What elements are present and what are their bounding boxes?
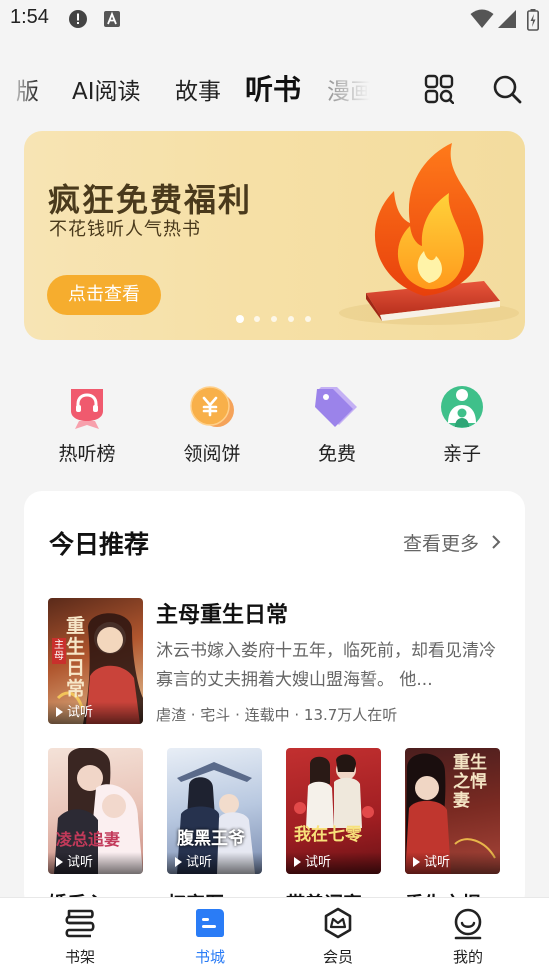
book-cover[interactable]: 我在七零 试听 <box>286 748 381 874</box>
vip-crown-icon <box>324 907 352 939</box>
trial-listen-tag[interactable]: 试听 <box>286 852 381 874</box>
status-bar: 1:54 <box>0 0 549 40</box>
quick-link-parent-child[interactable]: 亲子 <box>412 383 512 466</box>
cover-title-text: 我在七零 <box>294 825 362 845</box>
bottom-nav-label: 我的 <box>452 948 483 966</box>
trial-listen-tag[interactable]: 试听 <box>48 702 143 724</box>
quick-link-label: 领阅饼 <box>183 443 241 465</box>
trial-label: 试听 <box>67 855 94 870</box>
tab-fade-left <box>0 60 38 122</box>
alert-icon <box>69 10 87 28</box>
book-cover[interactable]: 凌总追妻 试听 <box>48 748 143 874</box>
quick-link-hot-ranking[interactable]: 热听榜 <box>37 383 137 466</box>
bottom-nav-label: 书城 <box>194 948 225 966</box>
wifi-icon <box>470 9 494 28</box>
bottom-nav-profile[interactable]: 我的 <box>428 906 508 967</box>
cover-title-text: 重生日常 <box>66 615 86 700</box>
featured-book-meta: 虐渣 · 宅斗 · 连载中 · 13.7万人在听 <box>156 706 398 724</box>
chevron-right-icon <box>492 535 501 549</box>
featured-book-title[interactable]: 主母重生日常 <box>156 597 288 629</box>
top-nav-tabs: 版 AI阅读 故事 听书 漫画 <box>0 60 549 122</box>
bottom-nav-vip[interactable]: 会员 <box>298 906 378 967</box>
quick-link-reading-coins[interactable]: 领阅饼 <box>162 383 262 466</box>
trial-label: 试听 <box>186 855 213 870</box>
bottom-nav-label: 书架 <box>64 948 95 966</box>
bottom-nav: 书架 书城 会员 我的 <box>0 897 549 977</box>
play-icon <box>413 857 420 867</box>
status-time: 1:54 <box>10 6 49 28</box>
trial-label: 试听 <box>305 855 332 870</box>
promo-banner[interactable]: 疯狂免费福利 不花钱听人气热书 点击查看 <box>24 131 525 340</box>
bottom-nav-bookshelf[interactable]: 书架 <box>40 906 120 967</box>
section-title: 今日推荐 <box>49 530 150 559</box>
tab-fade-right <box>330 60 380 122</box>
trial-listen-tag[interactable]: 试听 <box>405 852 500 874</box>
profile-smile-icon <box>454 908 482 940</box>
price-tag-icon <box>315 387 357 427</box>
pagination-dot[interactable] <box>254 316 260 322</box>
today-recommend-card: 今日推荐 查看更多 主母 重生日常 试听 主母重生日常 沐云书嫁入娄府十五年，临… <box>24 491 525 911</box>
play-icon <box>56 857 63 867</box>
pagination-dot[interactable] <box>305 316 311 322</box>
bottom-nav-bookstore[interactable]: 书城 <box>170 906 250 967</box>
view-more-link[interactable]: 查看更多 <box>403 529 501 556</box>
quick-link-label: 热听榜 <box>58 443 116 465</box>
pagination-dot[interactable] <box>271 316 277 322</box>
trial-listen-tag[interactable]: 试听 <box>48 852 143 874</box>
cover-title-text: 腹黑王爷 <box>177 829 245 849</box>
quick-link-free[interactable]: 免费 <box>287 383 387 466</box>
quick-link-label: 亲子 <box>442 443 481 465</box>
banner-subtitle: 不花钱听人气热书 <box>49 219 201 240</box>
tab-ai-reading[interactable]: AI阅读 <box>72 72 141 106</box>
quick-link-label: 免费 <box>317 443 356 465</box>
view-more-label: 查看更多 <box>402 533 479 555</box>
category-grid-icon[interactable] <box>424 74 454 104</box>
book-cover[interactable]: 腹黑王爷 试听 <box>167 748 262 874</box>
book-cover[interactable]: 重生之悍妻 试听 <box>405 748 500 874</box>
featured-book-description: 沐云书嫁入娄府十五年，临死前，却看见清冷寡言的丈夫拥着大嫂山盟海誓。 他... <box>156 641 496 690</box>
flame-book-illustration <box>339 143 519 325</box>
parent-child-icon <box>441 386 483 428</box>
play-icon <box>294 857 301 867</box>
search-icon[interactable] <box>492 74 522 104</box>
cover-title-text: 凌总追妻 <box>56 830 121 849</box>
trial-listen-tag[interactable]: 试听 <box>167 852 262 874</box>
banner-pagination <box>236 315 316 324</box>
bookstore-icon <box>196 909 224 937</box>
featured-book-cover[interactable]: 主母 重生日常 试听 <box>48 598 143 724</box>
tab-audiobooks[interactable]: 听书 <box>245 68 301 108</box>
coin-icon <box>190 386 234 427</box>
battery-icon <box>527 9 539 31</box>
app-notification-icon <box>104 11 120 27</box>
banner-view-button[interactable]: 点击查看 <box>47 275 161 315</box>
headphones-badge-icon <box>71 389 103 429</box>
tab-stories[interactable]: 故事 <box>175 72 221 106</box>
trial-label: 试听 <box>67 705 94 720</box>
trial-label: 试听 <box>424 855 451 870</box>
cover-title-text: 重生之悍妻 <box>453 753 487 811</box>
bottom-nav-label: 会员 <box>322 948 353 966</box>
pagination-dot[interactable] <box>288 316 294 322</box>
play-icon <box>175 857 182 867</box>
cover-badge: 主母 <box>52 638 66 664</box>
bookshelf-icon <box>65 909 95 938</box>
play-icon <box>56 707 63 717</box>
pagination-dot[interactable] <box>236 315 244 323</box>
signal-icon <box>498 10 516 28</box>
